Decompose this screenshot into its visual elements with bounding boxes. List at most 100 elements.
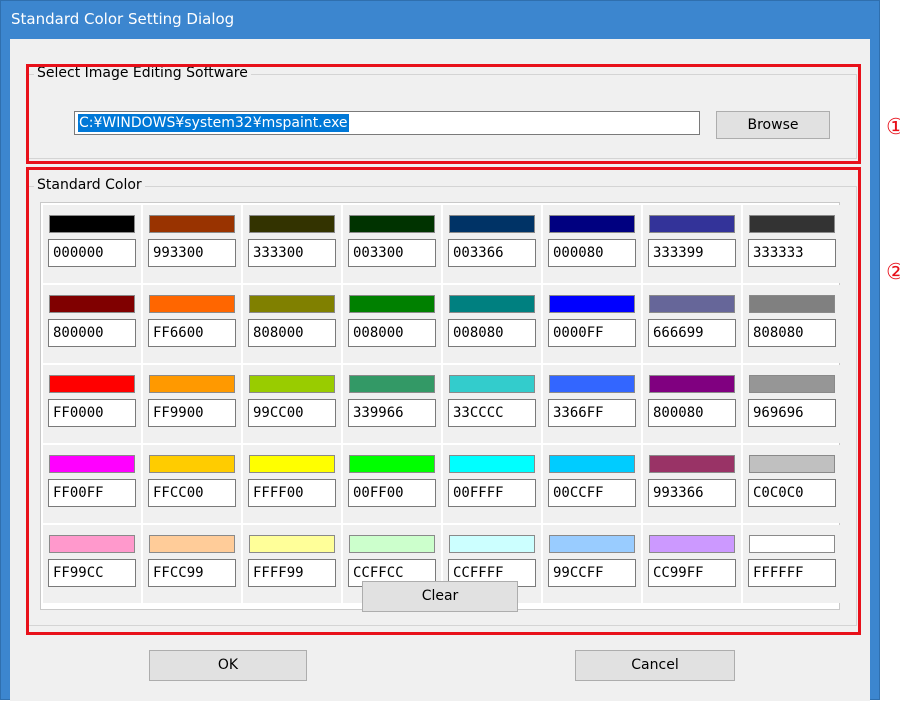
color-swatch[interactable] <box>649 295 735 313</box>
color-cell: 333333 <box>743 205 841 283</box>
color-cell: 008080 <box>443 285 541 363</box>
color-hex-input[interactable]: 666699 <box>648 319 736 347</box>
color-hex-input[interactable]: 000080 <box>548 239 636 267</box>
color-hex-input[interactable]: 00CCFF <box>548 479 636 507</box>
color-hex-input[interactable]: FFCC99 <box>148 559 236 587</box>
color-swatch[interactable] <box>249 455 335 473</box>
color-swatch[interactable] <box>349 535 435 553</box>
color-swatch[interactable] <box>549 215 635 233</box>
color-swatch[interactable] <box>549 295 635 313</box>
color-hex-input[interactable]: 99CCFF <box>548 559 636 587</box>
color-cell: 808000 <box>243 285 341 363</box>
color-hex-input[interactable]: C0C0C0 <box>748 479 836 507</box>
color-hex-input[interactable]: FFCC00 <box>148 479 236 507</box>
color-swatch[interactable] <box>49 375 135 393</box>
color-hex-input[interactable]: 993300 <box>148 239 236 267</box>
color-hex-input[interactable]: 003300 <box>348 239 436 267</box>
color-swatch[interactable] <box>449 295 535 313</box>
color-hex-input[interactable]: FFFFFF <box>748 559 836 587</box>
color-swatch[interactable] <box>49 535 135 553</box>
color-hex-input[interactable]: 99CC00 <box>248 399 336 427</box>
color-swatch[interactable] <box>449 375 535 393</box>
color-cell: 3366FF <box>543 365 641 443</box>
cancel-button[interactable]: Cancel <box>575 650 735 681</box>
color-swatch[interactable] <box>249 215 335 233</box>
color-hex-input[interactable]: 008000 <box>348 319 436 347</box>
color-cells: 000000 993300 333300 003300 003366 000080 3333… <box>43 205 841 603</box>
color-hex-input[interactable]: 339966 <box>348 399 436 427</box>
color-hex-input[interactable]: 00FFFF <box>448 479 536 507</box>
color-hex-input[interactable]: FF0000 <box>48 399 136 427</box>
color-swatch[interactable] <box>749 455 835 473</box>
color-hex-input[interactable]: FFFF00 <box>248 479 336 507</box>
color-hex-input[interactable]: 00FF00 <box>348 479 436 507</box>
color-swatch[interactable] <box>349 455 435 473</box>
color-swatch[interactable] <box>149 535 235 553</box>
color-swatch[interactable] <box>249 295 335 313</box>
color-swatch[interactable] <box>349 375 435 393</box>
color-hex-input[interactable]: FF00FF <box>48 479 136 507</box>
color-hex-input[interactable]: 33CCCC <box>448 399 536 427</box>
color-hex-input[interactable]: FF6600 <box>148 319 236 347</box>
color-swatch[interactable] <box>649 375 735 393</box>
color-swatch[interactable] <box>749 535 835 553</box>
color-hex-input[interactable]: 003366 <box>448 239 536 267</box>
color-cell: 993300 <box>143 205 241 283</box>
color-hex-input[interactable]: 808080 <box>748 319 836 347</box>
color-swatch[interactable] <box>49 455 135 473</box>
color-swatch[interactable] <box>249 535 335 553</box>
color-swatch[interactable] <box>149 455 235 473</box>
color-swatch[interactable] <box>449 455 535 473</box>
color-hex-input[interactable]: 3366FF <box>548 399 636 427</box>
color-swatch[interactable] <box>649 535 735 553</box>
color-swatch[interactable] <box>549 455 635 473</box>
color-swatch[interactable] <box>149 215 235 233</box>
color-hex-input[interactable]: FFFF99 <box>248 559 336 587</box>
color-swatch[interactable] <box>449 535 535 553</box>
browse-button[interactable]: Browse <box>716 111 830 139</box>
color-swatch[interactable] <box>449 215 535 233</box>
color-hex-input[interactable]: FF99CC <box>48 559 136 587</box>
color-swatch[interactable] <box>149 295 235 313</box>
color-swatch[interactable] <box>749 295 835 313</box>
color-hex-input[interactable]: FF9900 <box>148 399 236 427</box>
color-hex-input[interactable]: 0000FF <box>548 319 636 347</box>
color-hex-input[interactable]: CC99FF <box>648 559 736 587</box>
color-hex-input[interactable]: 800080 <box>648 399 736 427</box>
color-swatch[interactable] <box>249 375 335 393</box>
color-swatch[interactable] <box>149 375 235 393</box>
software-path-input[interactable]: C:¥WINDOWS¥system32¥mspaint.exe <box>74 111 700 135</box>
color-hex-input[interactable]: 800000 <box>48 319 136 347</box>
color-swatch[interactable] <box>549 535 635 553</box>
color-hex-input[interactable]: 333399 <box>648 239 736 267</box>
color-swatch[interactable] <box>349 215 435 233</box>
color-cell: CC99FF <box>643 525 741 603</box>
color-swatch[interactable] <box>649 215 735 233</box>
color-swatch[interactable] <box>49 215 135 233</box>
color-swatch[interactable] <box>549 375 635 393</box>
color-swatch[interactable] <box>649 455 735 473</box>
clear-button[interactable]: Clear <box>362 581 518 612</box>
color-swatch[interactable] <box>749 375 835 393</box>
color-hex-input[interactable]: 333300 <box>248 239 336 267</box>
software-path-value: C:¥WINDOWS¥system32¥mspaint.exe <box>78 114 349 132</box>
color-hex-input[interactable]: 333333 <box>748 239 836 267</box>
color-cell: 99CCFF <box>543 525 641 603</box>
color-cell: 666699 <box>643 285 741 363</box>
color-hex-input[interactable]: 993366 <box>648 479 736 507</box>
color-cell: 00FFFF <box>443 445 541 523</box>
color-hex-input[interactable]: 808000 <box>248 319 336 347</box>
annotation-marker-1: ① <box>886 115 900 140</box>
ok-button[interactable]: OK <box>149 650 307 681</box>
color-swatch[interactable] <box>749 215 835 233</box>
color-swatch[interactable] <box>49 295 135 313</box>
window-title: Standard Color Setting Dialog <box>11 10 235 28</box>
color-cell: 000000 <box>43 205 141 283</box>
color-hex-input[interactable]: 008080 <box>448 319 536 347</box>
color-cell: C0C0C0 <box>743 445 841 523</box>
color-hex-input[interactable]: 000000 <box>48 239 136 267</box>
color-cell: 969696 <box>743 365 841 443</box>
color-swatch[interactable] <box>349 295 435 313</box>
color-hex-input[interactable]: 969696 <box>748 399 836 427</box>
color-cell: 00CCFF <box>543 445 641 523</box>
